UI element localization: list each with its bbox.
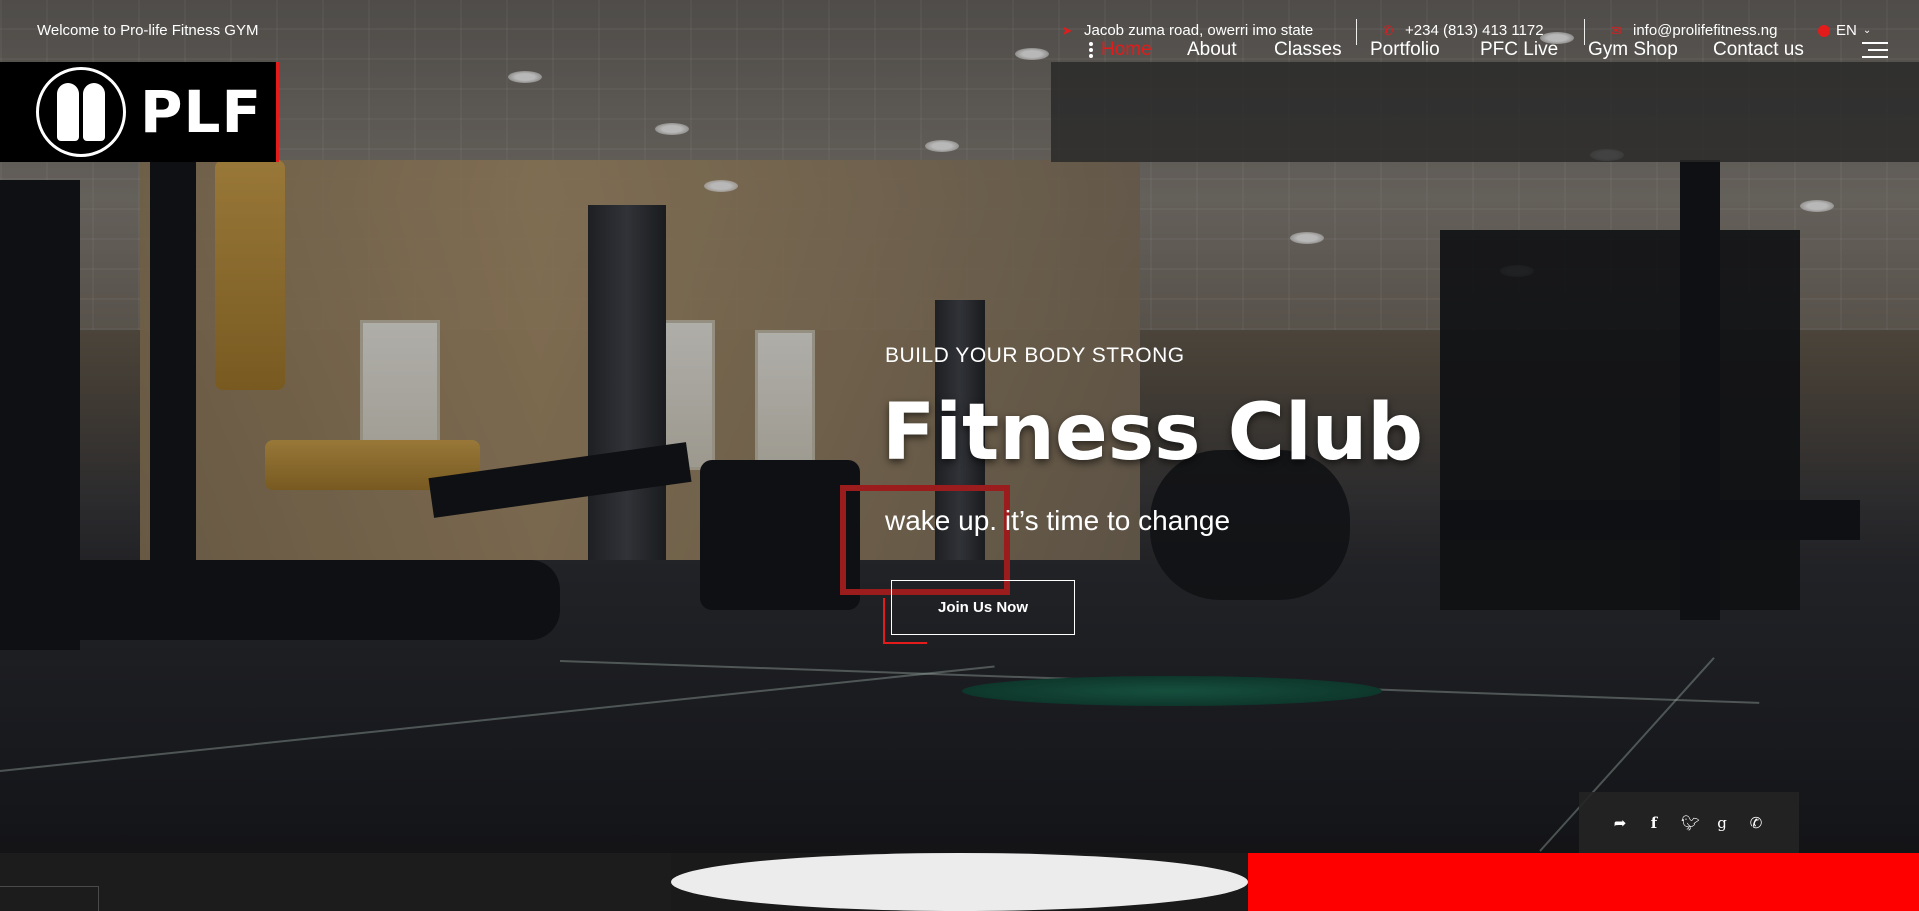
logo-figure xyxy=(83,83,105,141)
nav-item-gym-shop[interactable]: Gym Shop xyxy=(1588,39,1678,61)
chevron-down-icon[interactable]: ⌄ xyxy=(1863,25,1871,36)
language-code[interactable]: EN xyxy=(1836,22,1857,39)
welcome-text: Welcome to Pro-life Fitness GYM xyxy=(37,22,259,39)
bottom-strip-dark xyxy=(0,853,671,911)
button-accent xyxy=(883,598,885,644)
email-info[interactable]: ✉ info@prolifefitness.ng xyxy=(1609,22,1778,39)
divider xyxy=(1584,19,1585,45)
globe-icon xyxy=(1818,24,1830,37)
share-icon[interactable]: ➦ xyxy=(1613,814,1627,832)
whatsapp-icon[interactable]: ✆ xyxy=(1749,814,1763,832)
hero-subtitle: BUILD YOUR BODY STRONG xyxy=(885,344,1185,367)
button-accent xyxy=(883,642,927,644)
google-plus-icon[interactable]: g xyxy=(1715,814,1729,832)
nav-item-portfolio[interactable]: Portfolio xyxy=(1370,39,1440,61)
twitter-icon[interactable]: 🐦︎ xyxy=(1681,814,1700,832)
logo-figure xyxy=(57,83,79,141)
nav-item-classes[interactable]: Classes xyxy=(1274,39,1342,61)
hamburger-icon[interactable] xyxy=(1862,42,1888,63)
bottom-strip-light xyxy=(671,853,1248,911)
phone-info[interactable]: ✆ +234 (813) 413 1172 xyxy=(1381,22,1544,39)
site-logo[interactable]: PLF xyxy=(0,62,279,162)
hero-title: Fitness Club xyxy=(882,388,1424,478)
nav-item-home[interactable]: Home xyxy=(1101,39,1152,61)
address-info: ➤ Jacob zuma road, owerri imo state xyxy=(1060,22,1314,39)
nav-dots-icon xyxy=(1089,42,1093,60)
facebook-icon[interactable]: f xyxy=(1647,814,1661,832)
location-arrow-icon: ➤ xyxy=(1061,22,1073,38)
envelope-icon: ✉ xyxy=(1610,22,1622,38)
divider xyxy=(1356,19,1357,45)
hero-tagline: wake up. it’s time to change xyxy=(885,505,1231,536)
nav-item-pfc-live[interactable]: PFC Live xyxy=(1480,39,1558,61)
bottom-strip-red xyxy=(1248,853,1919,911)
join-us-button[interactable]: Join Us Now xyxy=(891,580,1075,635)
social-bar: ➦ f 🐦︎ g ✆ xyxy=(1579,792,1799,853)
bottom-box-outline xyxy=(0,886,99,911)
logo-text: PLF xyxy=(140,78,263,146)
phone-icon: ✆ xyxy=(1382,22,1394,38)
email-text[interactable]: info@prolifefitness.ng xyxy=(1633,22,1777,39)
main-nav xyxy=(1051,62,1919,162)
logo-emblem xyxy=(36,67,126,157)
language-selector[interactable]: EN ⌄ xyxy=(1818,22,1871,39)
nav-item-contact-us[interactable]: Contact us xyxy=(1713,39,1804,61)
phone-text[interactable]: +234 (813) 413 1172 xyxy=(1405,22,1544,39)
nav-item-about[interactable]: About xyxy=(1187,39,1237,61)
address-text: Jacob zuma road, owerri imo state xyxy=(1084,22,1314,39)
